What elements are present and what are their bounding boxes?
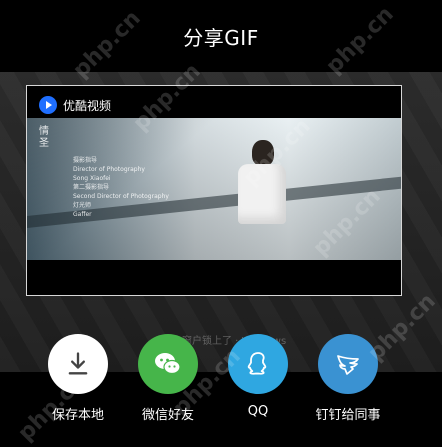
- save-local-button[interactable]: 保存本地: [33, 334, 123, 447]
- save-local-circle[interactable]: [48, 334, 108, 394]
- wechat-friends-button[interactable]: 微信好友: [123, 334, 213, 447]
- gif-preview-stage: 优酷视频 情 圣 摄影指导 Director of Photography So…: [0, 72, 442, 372]
- credit-line: Song Xiaofei: [73, 175, 111, 182]
- youku-logo-icon: [39, 96, 57, 114]
- brand-name: 优酷视频: [63, 98, 112, 113]
- brand-watermark: 优酷视频: [39, 96, 111, 114]
- wechat-icon: [155, 353, 181, 375]
- credit-line: Director of Photography: [73, 166, 145, 173]
- share-options: 保存本地 微信好友 QQ 钉钉给同事: [0, 334, 442, 447]
- movie-title: 情 圣: [39, 126, 49, 149]
- share-header: 分享GIF: [0, 0, 442, 72]
- qq-icon: [247, 352, 267, 375]
- dingtalk-circle[interactable]: [318, 334, 378, 394]
- page-title: 分享GIF: [183, 25, 259, 50]
- wechat-circle[interactable]: [138, 334, 198, 394]
- actor-figure: [232, 140, 292, 228]
- qq-circle[interactable]: [228, 334, 288, 394]
- wechat-label: 微信好友: [141, 408, 194, 423]
- credit-line: 第二摄影指导: [73, 184, 110, 191]
- download-icon: [68, 352, 88, 375]
- actor-head: [252, 140, 274, 166]
- qq-button[interactable]: QQ: [213, 334, 303, 447]
- credit-line: Second Director of Photography: [73, 193, 169, 200]
- dingtalk-icon: [337, 355, 359, 375]
- credit-line: 摄影指导: [73, 157, 98, 164]
- gif-preview: 优酷视频 情 圣 摄影指导 Director of Photography So…: [26, 85, 402, 296]
- credit-line: 灯光师: [73, 202, 92, 209]
- dingtalk-button[interactable]: 钉钉给同事: [303, 334, 393, 447]
- dingtalk-label: 钉钉给同事: [315, 408, 381, 423]
- movie-credits: 情 圣 摄影指导 Director of Photography Song Xi…: [39, 126, 169, 219]
- actor-body: [238, 164, 286, 224]
- save-local-label: 保存本地: [51, 408, 104, 423]
- credit-line: Gaffer: [73, 211, 92, 218]
- qq-label: QQ: [247, 404, 269, 419]
- credits-lines: 摄影指导 Director of Photography Song Xiaofe…: [73, 156, 169, 219]
